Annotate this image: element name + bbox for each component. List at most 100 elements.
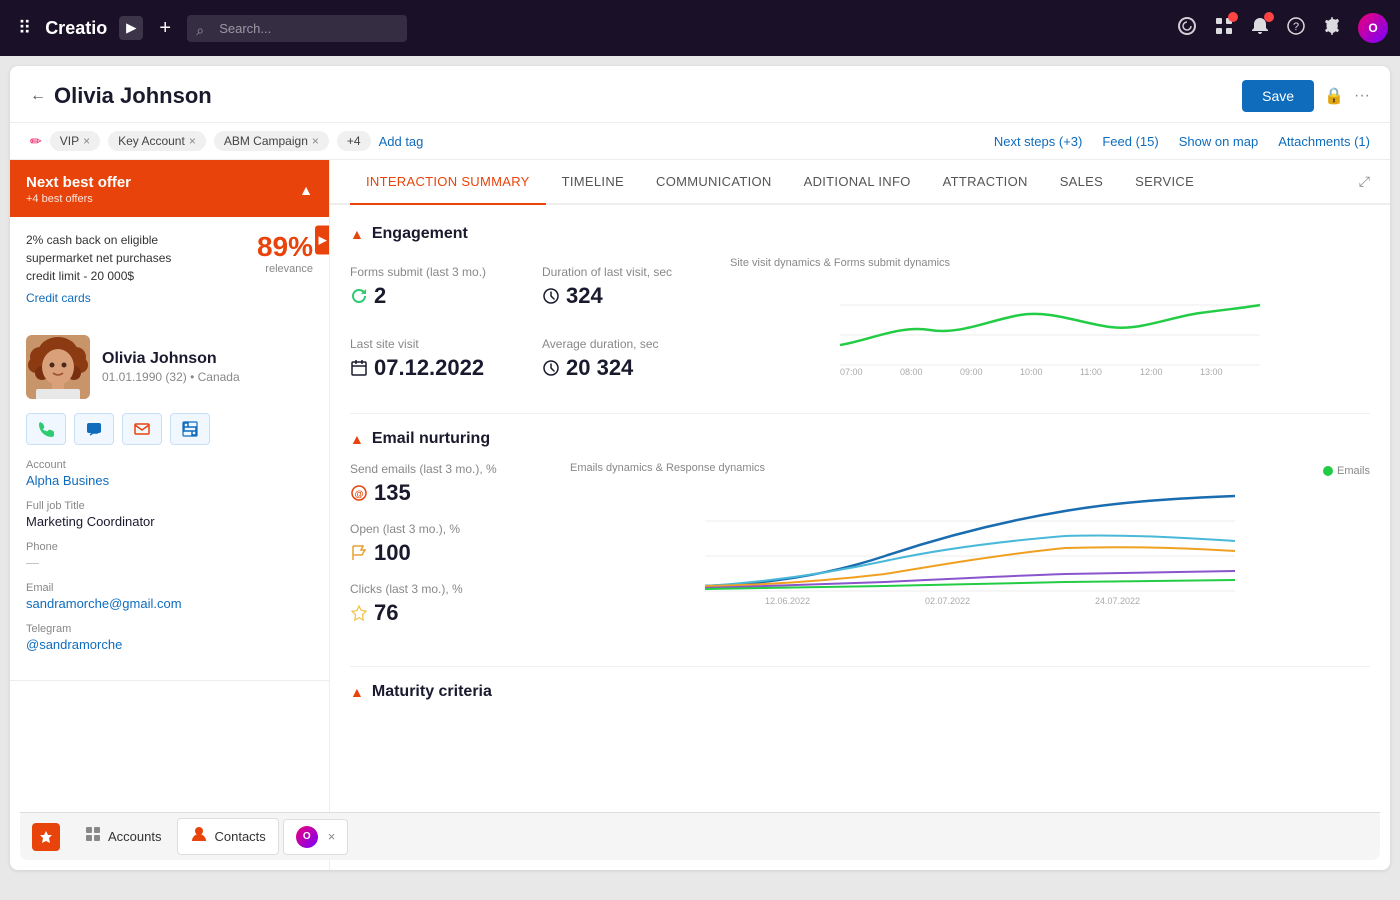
offer-expand-arrow[interactable]: ▶ [315, 225, 330, 254]
more-tags-button[interactable]: +4 [337, 131, 371, 151]
telegram-value[interactable]: @sandramorche [26, 637, 313, 652]
taskbar-contacts[interactable]: Contacts [177, 818, 278, 855]
more-action-button[interactable] [170, 413, 210, 445]
header-actions: Save 🔒 ··· [1242, 80, 1370, 112]
calendar-icon [350, 359, 368, 377]
email-action-button[interactable] [122, 413, 162, 445]
phone-action-button[interactable] [26, 413, 66, 445]
apps-badge [1228, 12, 1238, 22]
tab-interaction-summary[interactable]: INTERACTION SUMMARY [350, 160, 546, 205]
phone-value: — [26, 555, 313, 570]
next-steps-link[interactable]: Next steps (+3) [994, 134, 1083, 149]
svg-text:10:00: 10:00 [1020, 367, 1043, 377]
email-send-icon: @ [350, 484, 368, 502]
email-value[interactable]: sandramorche@gmail.com [26, 596, 313, 611]
taskbar-accounts-label: Accounts [108, 829, 161, 844]
edit-tags-icon[interactable]: ✏ [30, 133, 42, 150]
show-on-map-link[interactable]: Show on map [1179, 134, 1259, 149]
notifications-icon[interactable] [1250, 16, 1270, 41]
message-action-button[interactable] [74, 413, 114, 445]
contacts-icon [190, 825, 208, 848]
help-icon[interactable]: ? [1286, 16, 1306, 41]
engagement-chart-label: Site visit dynamics & Forms submit dynam… [730, 257, 1370, 269]
search-input[interactable] [187, 15, 407, 42]
tab-service[interactable]: SERVICE [1119, 160, 1210, 205]
remove-tag-vip[interactable]: × [83, 134, 90, 148]
search-icon: ⌕ [196, 22, 204, 39]
contact-card: Olivia Johnson 01.01.1990 (32) • Canada [10, 319, 329, 681]
email-nurturing-content: Send emails (last 3 mo.), % @ 135 Open (… [350, 462, 1370, 642]
offer-card: Next best offer +4 best offers ▲ 2% cash… [10, 160, 329, 319]
refresh-icon [350, 287, 368, 305]
engagement-chart: 07:00 08:00 09:00 10:00 11:00 12:00 13:0… [730, 275, 1370, 375]
tab-expand-icon[interactable]: ⤢ [1359, 173, 1370, 190]
send-emails-value: 135 [374, 480, 411, 506]
section-divider-1 [350, 413, 1370, 414]
open-value: 100 [374, 540, 411, 566]
settings-icon[interactable] [1322, 16, 1342, 41]
svg-text:12:00: 12:00 [1140, 367, 1163, 377]
tab-attraction[interactable]: ATTRACTION [927, 160, 1044, 205]
remove-tag-abm-campaign[interactable]: × [312, 134, 319, 148]
add-button[interactable]: + [151, 14, 179, 42]
engagement-metrics-grid: Forms submit (last 3 mo.) 2 Duration of … [350, 257, 710, 389]
taskbar-accounts[interactable]: Accounts [72, 819, 173, 854]
maturity-icon: ▲ [350, 684, 364, 700]
svg-text:13:00: 13:00 [1200, 367, 1223, 377]
job-title-value: Marketing Coordinator [26, 514, 313, 529]
offer-link[interactable]: Credit cards [26, 291, 186, 305]
add-tag-button[interactable]: Add tag [379, 134, 424, 149]
page-title: Olivia Johnson [54, 83, 212, 109]
contact-name: Olivia Johnson [102, 350, 240, 368]
clock-icon-2 [542, 359, 560, 377]
forms-submit-value: 2 [374, 283, 386, 309]
remove-tag-key-account[interactable]: × [189, 134, 196, 148]
send-emails-metric: Send emails (last 3 mo.), % @ 135 [350, 462, 550, 506]
tab-additional-info[interactable]: ADITIONAL INFO [788, 160, 927, 205]
more-options-button[interactable]: ··· [1354, 87, 1370, 105]
tab-sales[interactable]: SALES [1044, 160, 1119, 205]
maturity-header: ▲ Maturity criteria [350, 683, 1370, 701]
tab-communication[interactable]: COMMUNICATION [640, 160, 788, 205]
svg-text:11:00: 11:00 [1080, 367, 1102, 377]
offer-collapse-button[interactable]: ▲ [299, 182, 313, 198]
email-nurturing-section: ▲ Email nurturing Send emails (last 3 mo… [350, 430, 1370, 642]
apps-icon[interactable] [1214, 16, 1234, 41]
app-logo: Creatio [45, 18, 107, 39]
save-button[interactable]: Save [1242, 80, 1314, 112]
grid-menu-icon[interactable]: ⠿ [12, 12, 37, 45]
feed-link[interactable]: Feed (15) [1102, 134, 1158, 149]
tab-timeline[interactable]: TIMELINE [546, 160, 640, 205]
maturity-section: ▲ Maturity criteria [350, 683, 1370, 701]
engagement-metrics: Forms submit (last 3 mo.) 2 Duration of … [350, 257, 710, 389]
tag-key-account[interactable]: Key Account × [108, 131, 206, 151]
user-avatar[interactable]: O [1358, 13, 1388, 43]
taskbar-active-tab[interactable]: O × [283, 819, 349, 855]
close-tab-button[interactable]: × [328, 829, 336, 844]
engagement-section: ▲ Engagement Forms submit (last 3 mo.) 2 [350, 225, 1370, 389]
flag-icon [350, 544, 368, 562]
lock-icon[interactable]: 🔒 [1324, 86, 1344, 106]
email-chart-label: Emails dynamics & Response dynamics [570, 462, 765, 474]
attachments-link[interactable]: Attachments (1) [1278, 134, 1370, 149]
account-field: Account Alpha Busines [26, 459, 313, 488]
notifications-badge [1264, 12, 1274, 22]
last-site-visit-value: 07.12.2022 [374, 355, 484, 381]
clock-icon-1 [542, 287, 560, 305]
taskbar-pin-button[interactable] [32, 823, 60, 851]
back-button[interactable]: ← [30, 87, 46, 105]
play-button[interactable]: ▶ [119, 16, 143, 40]
offer-percent-value: 89% [257, 231, 313, 263]
account-value[interactable]: Alpha Busines [26, 473, 313, 488]
tag-vip[interactable]: VIP × [50, 131, 100, 151]
email-nurturing-header: ▲ Email nurturing [350, 430, 1370, 448]
offer-body: 2% cash back on eligible supermarket net… [10, 217, 329, 319]
active-tab-avatar: O [296, 826, 318, 848]
svg-text:09:00: 09:00 [960, 367, 983, 377]
offer-text: 2% cash back on eligible supermarket net… [26, 231, 186, 285]
page-header: ← Olivia Johnson Save 🔒 ··· [10, 66, 1390, 123]
top-navigation: ⠿ Creatio ▶ + ⌕ ? O [0, 0, 1400, 56]
tags-row: ✏ VIP × Key Account × ABM Campaign × +4 … [10, 123, 1390, 160]
tag-abm-campaign[interactable]: ABM Campaign × [214, 131, 329, 151]
creatio-icon[interactable] [1176, 15, 1198, 42]
